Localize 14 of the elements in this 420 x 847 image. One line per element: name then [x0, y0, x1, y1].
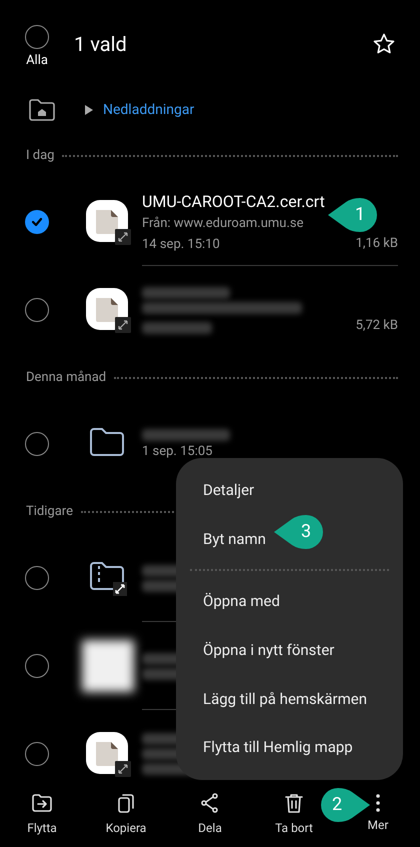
file-size: 5,72 kB [356, 316, 398, 334]
file-size: 1,16 kB [356, 235, 398, 252]
file-date: 1 sep. 15:05 [142, 444, 212, 459]
callout-tooltip: 3 [274, 515, 324, 549]
section-header: Denna månad [26, 369, 106, 388]
selection-title: 1 vald [74, 31, 128, 58]
select-all-label: Alla [26, 52, 48, 70]
section-header: I dag [26, 147, 54, 166]
file-name: UMU-CAROOT-CA2.cer.crt [142, 192, 326, 212]
file-source: Från: www.eduroam.umu.se [142, 215, 304, 232]
file-date: 14 sep. 15:10 [142, 237, 220, 252]
section-header: Tidigare [26, 503, 73, 522]
callout-tooltip: 1 [328, 198, 378, 232]
callout-tooltip: 2 [320, 788, 370, 822]
